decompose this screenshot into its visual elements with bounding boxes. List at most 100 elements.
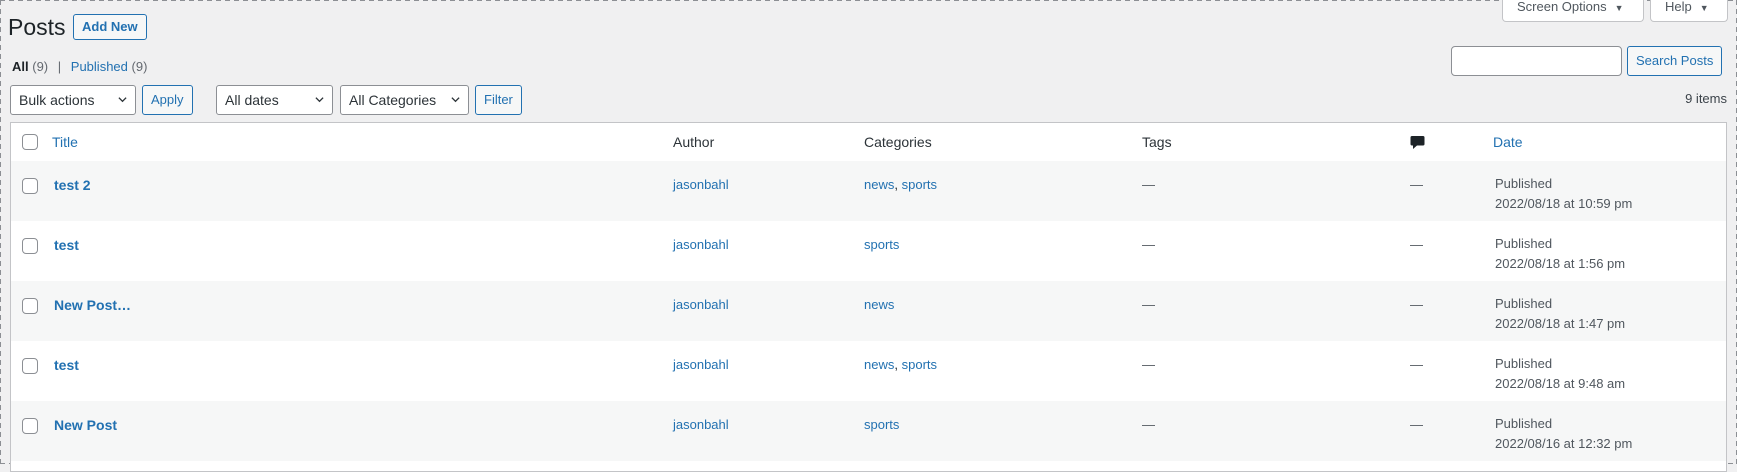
date-cell: Published 2022/08/18 at 1:47 pm: [1495, 294, 1625, 334]
chevron-down-icon: [118, 97, 127, 103]
row-checkbox[interactable]: [22, 178, 38, 194]
tags-cell: —: [1142, 177, 1155, 192]
tags-cell: —: [1142, 237, 1155, 252]
comments-cell: —: [1410, 237, 1423, 252]
table-header: Title Author Categories Tags Date: [11, 123, 1726, 162]
post-status: Published: [1495, 416, 1553, 431]
posts-table: Title Author Categories Tags Date test 2…: [10, 122, 1727, 472]
screen-options-label: Screen Options: [1517, 0, 1607, 14]
caret-down-icon: ▼: [1614, 3, 1624, 13]
author-link[interactable]: jasonbahl: [673, 297, 729, 312]
categories-cell: news: [864, 297, 894, 312]
post-date: 2022/08/18 at 10:59 pm: [1495, 196, 1633, 211]
author-link[interactable]: jasonbahl: [673, 417, 729, 432]
view-published-label: Published: [70, 59, 128, 74]
post-title-link[interactable]: test: [54, 237, 79, 253]
author-column-header: Author: [673, 134, 715, 150]
post-date: 2022/08/18 at 1:47 pm: [1495, 316, 1626, 331]
view-all-link[interactable]: All: [12, 59, 29, 74]
table-row: New Post… jasonbahl news — — Published 20…: [11, 281, 1726, 341]
category-link[interactable]: sports: [902, 357, 937, 372]
post-status: Published: [1495, 296, 1553, 311]
row-checkbox[interactable]: [22, 418, 38, 434]
category-link[interactable]: news: [864, 357, 894, 372]
view-separator: |: [57, 59, 62, 74]
view-published-count: (9): [131, 59, 148, 74]
author-link[interactable]: jasonbahl: [673, 237, 729, 252]
table-row: New Post jasonbahl sports — — Published 2…: [11, 401, 1726, 461]
category-separator: ,: [894, 357, 898, 372]
post-status: Published: [1495, 176, 1553, 191]
date-cell: Published 2022/08/18 at 10:59 pm: [1495, 174, 1632, 214]
author-link[interactable]: jasonbahl: [673, 177, 729, 192]
post-date: 2022/08/16 at 12:32 pm: [1495, 436, 1633, 451]
tags-cell: —: [1142, 297, 1155, 312]
category-link[interactable]: sports: [864, 237, 899, 252]
apply-button[interactable]: Apply: [142, 85, 193, 115]
post-title-link[interactable]: test 2: [54, 177, 91, 193]
row-checkbox[interactable]: [22, 298, 38, 314]
date-cell: Published 2022/08/16 at 12:32 pm: [1495, 414, 1632, 454]
search-input[interactable]: [1451, 46, 1622, 76]
post-date: 2022/08/18 at 1:56 pm: [1495, 256, 1626, 271]
post-status: Published: [1495, 356, 1553, 371]
comments-cell: —: [1410, 177, 1423, 192]
help-button[interactable]: Help ▼: [1650, 0, 1728, 22]
comments-cell: —: [1410, 297, 1423, 312]
category-link[interactable]: sports: [902, 177, 937, 192]
frame-border-top: [0, 0, 1737, 1]
view-all-count: (9): [32, 59, 49, 74]
categories-filter-value: All Categories: [349, 92, 437, 108]
caret-down-icon: ▼: [1699, 3, 1709, 13]
filter-button[interactable]: Filter: [475, 85, 522, 115]
post-status-views: All (9) | Published (9): [12, 59, 147, 74]
search-posts-button[interactable]: Search Posts: [1627, 46, 1723, 76]
page-title: Posts: [8, 14, 66, 40]
tags-cell: —: [1142, 417, 1155, 432]
author-link[interactable]: jasonbahl: [673, 357, 729, 372]
categories-cell: sports: [864, 417, 899, 432]
post-title-link[interactable]: test: [54, 357, 79, 373]
bulk-actions-value: Bulk actions: [19, 92, 95, 108]
chevron-down-icon: [315, 97, 324, 103]
view-published-link[interactable]: Published: [71, 59, 128, 74]
row-checkbox[interactable]: [22, 238, 38, 254]
post-title-link[interactable]: New Post…: [54, 297, 131, 313]
category-separator: ,: [894, 177, 898, 192]
dates-filter-select[interactable]: All dates: [216, 85, 333, 115]
tags-column-header: Tags: [1142, 134, 1172, 150]
table-row: test jasonbahl sports — — Published 2022/…: [11, 221, 1726, 281]
add-new-button[interactable]: Add New: [73, 14, 147, 40]
categories-filter-select[interactable]: All Categories: [340, 85, 469, 115]
categories-column-header: Categories: [864, 134, 932, 150]
post-title-link[interactable]: New Post: [54, 417, 117, 433]
select-all-checkbox[interactable]: [22, 134, 38, 150]
table-row: test jasonbahl news, sports — — Publishe…: [11, 341, 1726, 401]
categories-cell: news, sports: [864, 357, 937, 372]
dates-filter-value: All dates: [225, 92, 279, 108]
date-column-header[interactable]: Date: [1493, 134, 1523, 150]
category-link[interactable]: news: [864, 297, 894, 312]
chevron-down-icon: [451, 97, 460, 103]
post-date: 2022/08/18 at 9:48 am: [1495, 376, 1626, 391]
comments-cell: —: [1410, 357, 1423, 372]
tags-cell: —: [1142, 357, 1155, 372]
title-column-header[interactable]: Title: [52, 134, 78, 150]
categories-cell: news, sports: [864, 177, 937, 192]
date-cell: Published 2022/08/18 at 9:48 am: [1495, 354, 1625, 394]
date-cell: Published 2022/08/18 at 1:56 pm: [1495, 234, 1625, 274]
comments-cell: —: [1410, 417, 1423, 432]
view-all-label: All: [12, 59, 29, 74]
help-label: Help: [1665, 0, 1692, 14]
row-checkbox[interactable]: [22, 358, 38, 374]
post-status: Published: [1495, 236, 1553, 251]
table-row: test 2 jasonbahl news, sports — — Publis…: [11, 161, 1726, 221]
category-link[interactable]: sports: [864, 417, 899, 432]
frame-border-left: [0, 0, 1, 464]
categories-cell: sports: [864, 237, 899, 252]
screen-options-button[interactable]: Screen Options ▼: [1502, 0, 1644, 22]
category-link[interactable]: news: [864, 177, 894, 192]
bulk-actions-select[interactable]: Bulk actions: [10, 85, 136, 115]
comment-bubble-icon: [1410, 136, 1425, 149]
items-count: 9 items: [1685, 91, 1727, 106]
